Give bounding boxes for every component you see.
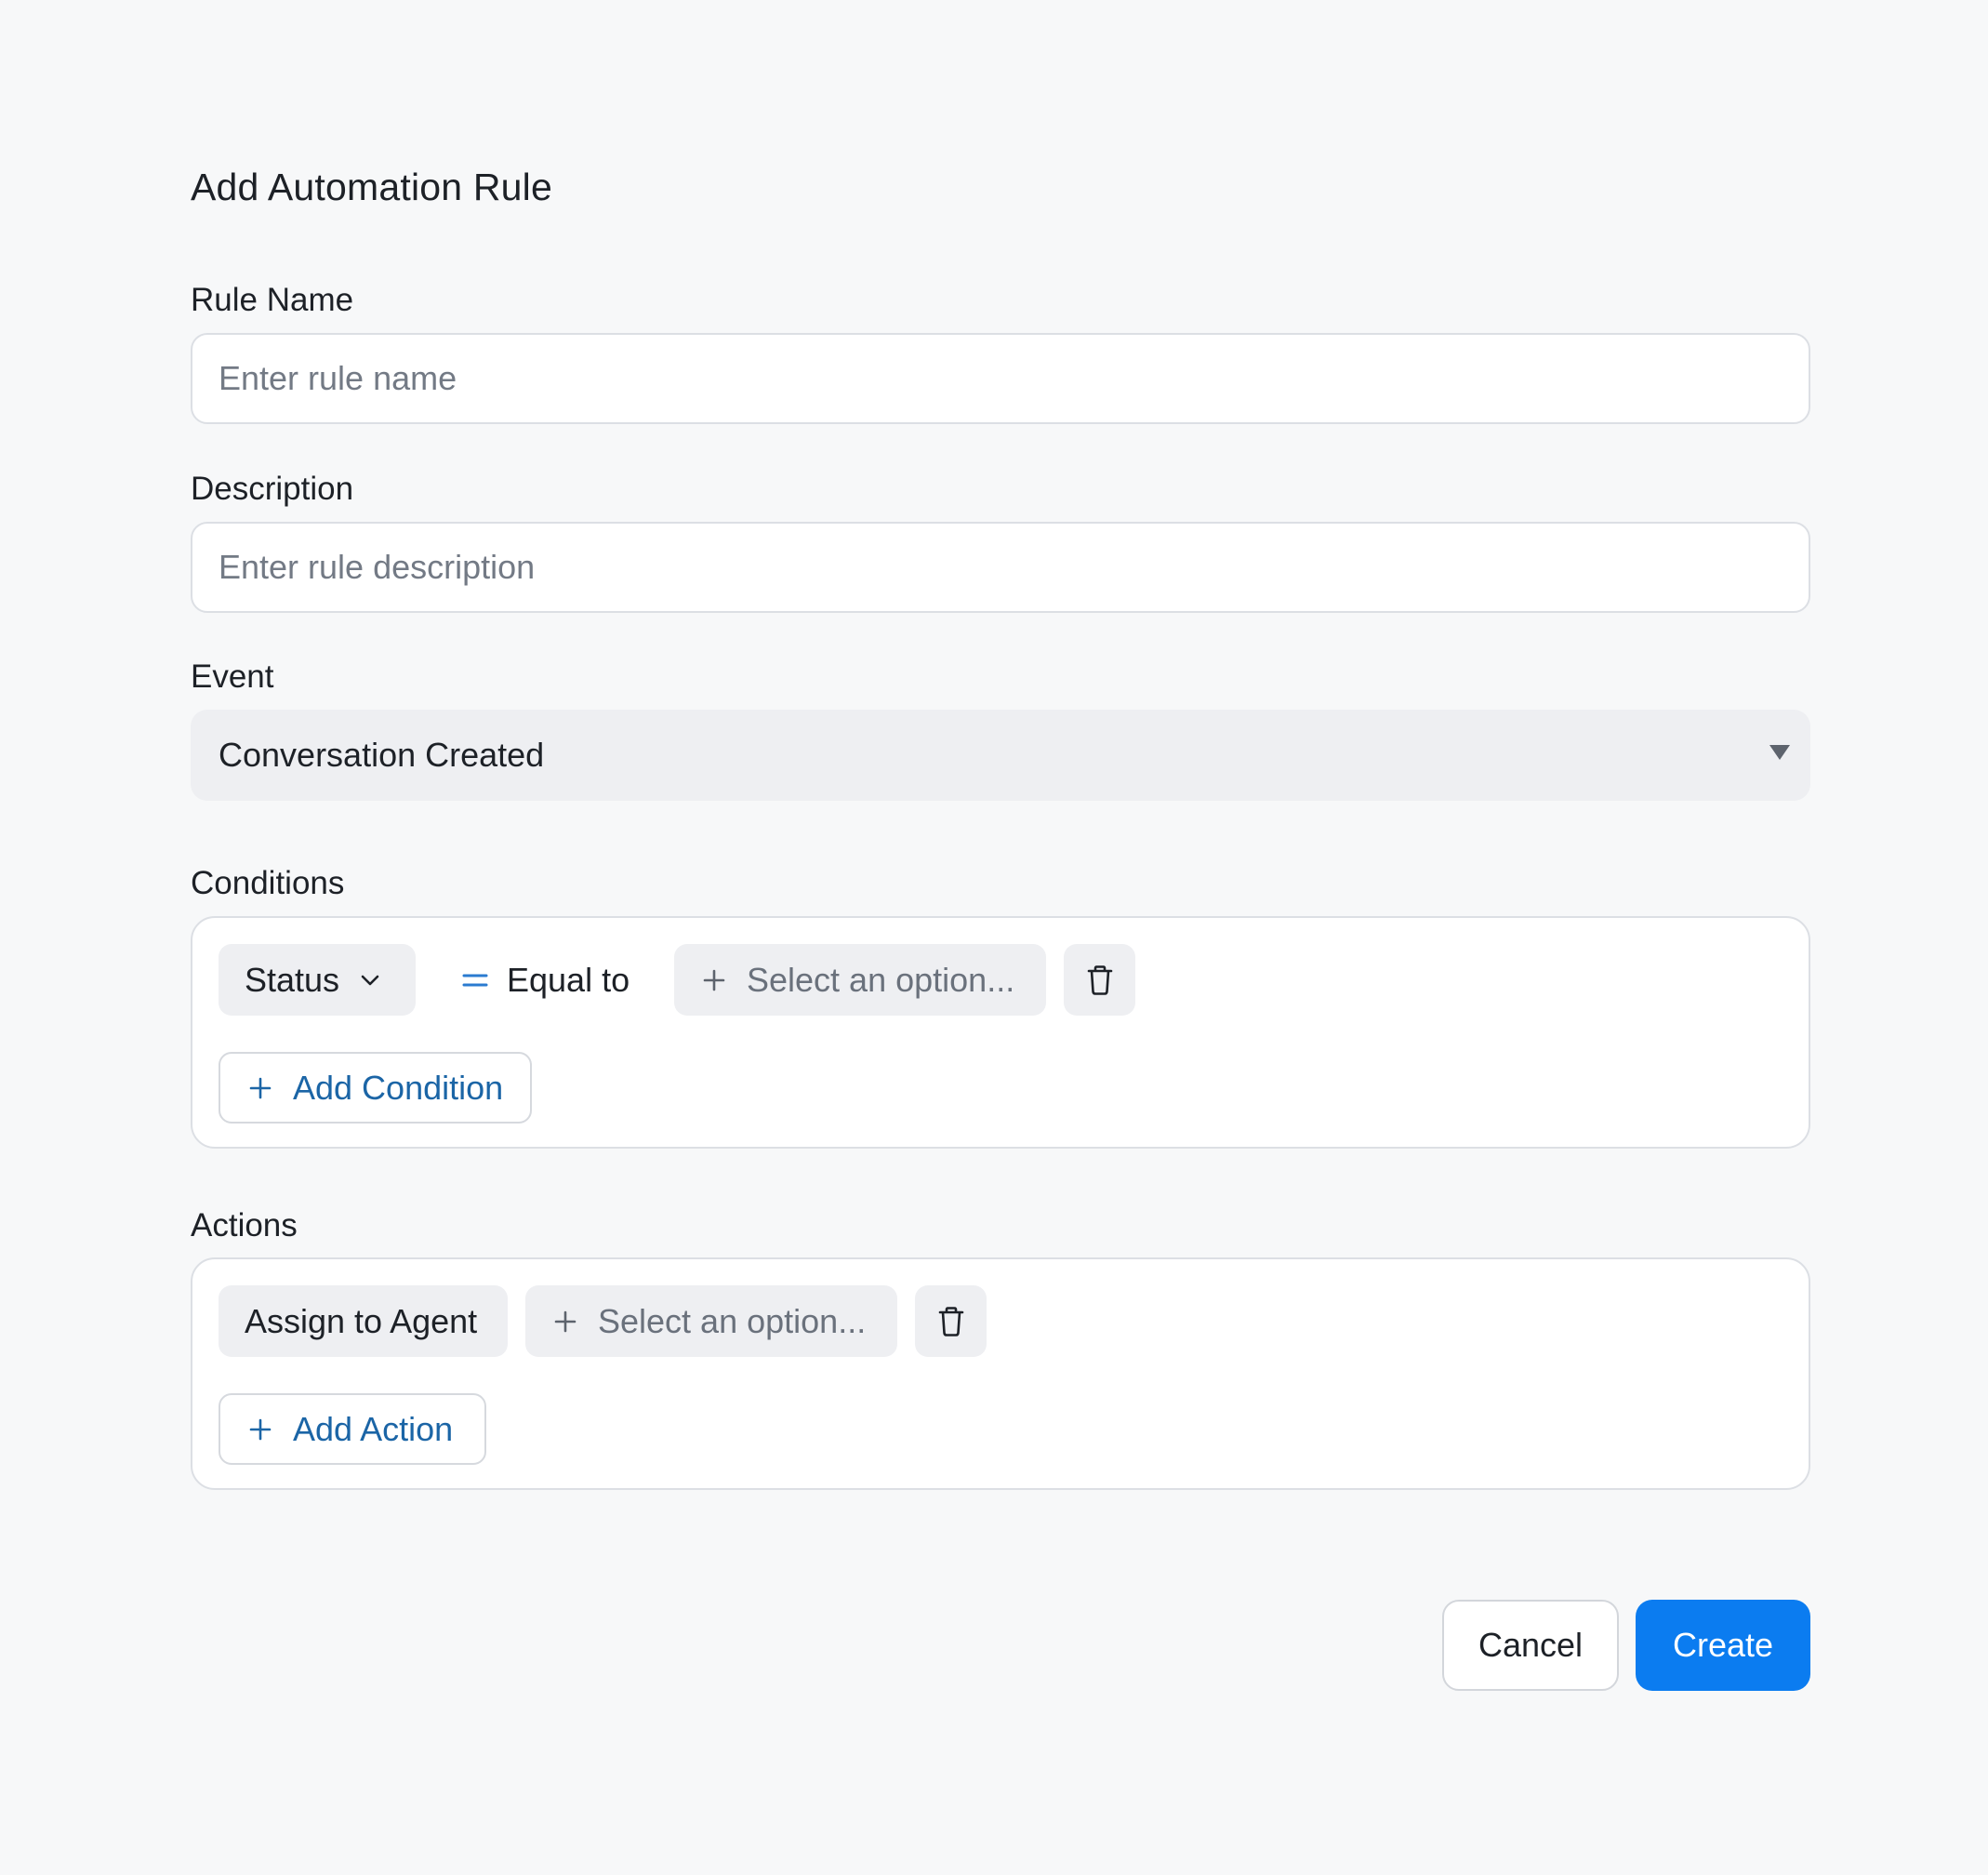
event-label: Event	[191, 658, 274, 695]
cancel-button[interactable]: Cancel	[1442, 1600, 1619, 1691]
delete-action-button[interactable]	[915, 1285, 987, 1357]
create-button[interactable]: Create	[1636, 1600, 1810, 1691]
add-condition-button[interactable]: Add Condition	[219, 1052, 532, 1124]
condition-attribute-select[interactable]: Status	[219, 944, 416, 1016]
condition-value-placeholder: Select an option...	[747, 960, 1015, 999]
add-automation-rule-dialog: Add Automation Rule Rule Name Descriptio…	[191, 0, 1810, 1875]
plus-icon	[248, 1417, 272, 1442]
rule-name-input[interactable]	[191, 333, 1810, 424]
rule-name-label: Rule Name	[191, 282, 354, 318]
delete-condition-button[interactable]	[1064, 944, 1135, 1016]
conditions-label: Conditions	[191, 865, 345, 901]
condition-value-select[interactable]: Select an option...	[674, 944, 1046, 1016]
trash-icon	[1086, 964, 1114, 996]
trash-icon	[937, 1306, 965, 1337]
action-type-label: Assign to Agent	[245, 1301, 478, 1340]
add-action-button[interactable]: Add Action	[219, 1393, 486, 1465]
description-input[interactable]	[191, 522, 1810, 613]
action-value-placeholder: Select an option...	[598, 1301, 867, 1340]
description-label: Description	[191, 471, 354, 507]
event-select[interactable]: Conversation Created	[191, 710, 1810, 801]
condition-operator-select[interactable]: Equal to	[462, 944, 630, 1016]
add-condition-label: Add Condition	[293, 1068, 504, 1107]
conditions-panel: Status Equal to Select an option... Add …	[191, 916, 1810, 1149]
caret-down-icon	[1769, 745, 1790, 760]
dialog-title: Add Automation Rule	[191, 166, 552, 208]
actions-panel: Assign to Agent Select an option... Add …	[191, 1257, 1810, 1490]
chevron-down-icon	[360, 974, 380, 987]
plus-icon	[553, 1310, 577, 1334]
equals-icon	[462, 970, 488, 991]
actions-label: Actions	[191, 1207, 298, 1243]
add-action-label: Add Action	[293, 1409, 454, 1448]
plus-icon	[702, 968, 726, 992]
event-selected-value: Conversation Created	[219, 736, 545, 774]
action-type-select[interactable]: Assign to Agent	[219, 1285, 508, 1357]
action-value-select[interactable]: Select an option...	[525, 1285, 897, 1357]
plus-icon	[248, 1076, 272, 1100]
condition-attribute-label: Status	[245, 960, 340, 999]
condition-operator-label: Equal to	[507, 960, 630, 999]
